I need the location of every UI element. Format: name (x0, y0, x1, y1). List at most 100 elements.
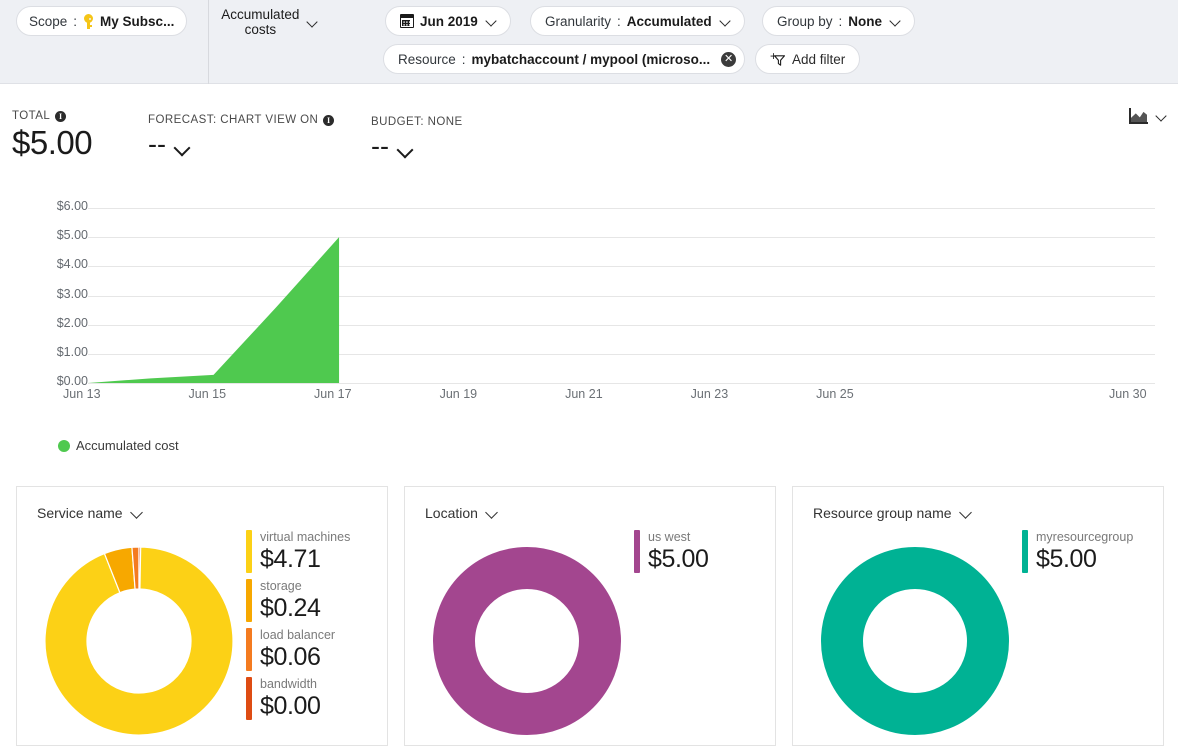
view-selector-label: Accumulated costs (221, 7, 300, 37)
chevron-down-icon (961, 508, 971, 518)
legend-swatch (1022, 530, 1028, 573)
card-resource-group-name: Resource group name (792, 486, 1164, 746)
legend-category-amount: $5.00 (1036, 545, 1097, 573)
resource-filter-value: mybatchaccount / mypool (microso... (471, 51, 711, 67)
kpi-budget-value: -- (371, 131, 389, 161)
chart-plot-area[interactable] (0, 196, 1178, 396)
funnel-plus-icon: + (770, 50, 786, 67)
x-axis-tick-label: Jun 15 (188, 387, 227, 401)
cost-analysis-page: Scope : My Subsc... Accumulated costs Ju… (0, 0, 1178, 746)
kpi-forecast-value: -- (148, 129, 166, 159)
resource-filter-label: Resource (398, 51, 456, 67)
kpi-budget-caption: BUDGET: NONE (371, 116, 463, 128)
card-location-selector[interactable]: Location (425, 505, 497, 521)
scope-selector[interactable]: Scope : My Subsc... (16, 6, 188, 36)
legend-category-name: virtual machines (260, 530, 351, 544)
legend-swatch (246, 530, 252, 573)
calendar-icon (400, 14, 414, 28)
area-series-accumulated-cost (88, 237, 340, 383)
scope-label: Scope (29, 13, 68, 29)
breakdown-cards: Service name Location Resource group nam… (0, 486, 1178, 746)
donut-chart-location[interactable] (427, 545, 627, 740)
group-by-separator: : (838, 13, 843, 29)
kpi-total-value: $5.00 (12, 124, 93, 161)
legend-category-amount: $0.06 (260, 643, 321, 671)
kpi-total-caption: TOTAL (12, 110, 51, 122)
info-icon[interactable]: i (55, 110, 67, 122)
donut-legend-item[interactable]: myresourcegroup $5.00 (1022, 530, 1133, 573)
x-axis-tick-label: Jun 30 (1109, 387, 1147, 401)
x-axis-tick-label: Jun 25 (816, 387, 854, 401)
resource-filter-separator: : (461, 51, 466, 67)
donut-legend-item[interactable]: us west $5.00 (634, 530, 709, 573)
legend-label: Accumulated cost (76, 438, 179, 453)
donut-legend-item[interactable]: virtual machines $4.71 (246, 530, 350, 573)
scope-separator: : (73, 13, 78, 29)
legend-category-amount: $5.00 (648, 545, 709, 573)
card-location: Location (404, 486, 776, 746)
legend-swatch (634, 530, 640, 573)
donut-legend-item[interactable]: load balancer $0.06 (246, 628, 350, 671)
x-axis-tick-label: Jun 19 (439, 387, 478, 401)
group-by-selector[interactable]: Group by : None (762, 6, 916, 36)
add-filter-button[interactable]: + Add filter (755, 44, 861, 74)
filter-toolbar: Scope : My Subsc... Accumulated costs Ju… (0, 0, 1178, 84)
donut-slice[interactable] (821, 547, 1009, 735)
date-range-value: Jun 2019 (420, 13, 478, 29)
x-axis-tick-label: Jun 13 (63, 387, 101, 401)
close-icon[interactable]: ✕ (721, 51, 737, 67)
legend-category-name: storage (260, 579, 302, 593)
add-filter-label: Add filter (792, 51, 846, 67)
donut-legend-item[interactable]: bandwidth $0.00 (246, 677, 350, 720)
date-range-selector[interactable]: Jun 2019 (385, 6, 511, 36)
chevron-down-icon (132, 508, 142, 518)
donut-legend-service-name: virtual machines $4.71 storage $0.24 load ba… (246, 530, 350, 726)
kpi-total: TOTAL i $5.00 (12, 110, 93, 162)
chevron-down-icon (176, 142, 189, 155)
legend-category-amount: $0.24 (260, 594, 321, 622)
legend-color-dot (58, 439, 70, 452)
donut-legend-item[interactable]: storage $0.24 (246, 579, 350, 622)
x-axis-tick-label: Jun 21 (565, 387, 603, 401)
group-by-label: Group by (777, 13, 833, 29)
info-icon[interactable]: i (323, 114, 335, 126)
legend-category-name: myresourcegroup (1036, 530, 1134, 544)
granularity-separator: : (617, 13, 621, 29)
kpi-forecast: FORECAST: CHART VIEW ON i -- (148, 114, 335, 160)
kpi-forecast-caption: FORECAST: CHART VIEW ON (148, 114, 319, 126)
area-chart-icon (1129, 108, 1148, 124)
legend-swatch (246, 677, 252, 720)
donut-chart-service-name[interactable] (39, 545, 239, 740)
legend-category-name: load balancer (260, 628, 336, 642)
chart-type-selector[interactable] (1129, 108, 1166, 124)
card-resource-group-selector[interactable]: Resource group name (813, 505, 971, 521)
kpi-budget: BUDGET: NONE -- (371, 116, 463, 162)
legend-category-amount: $0.00 (260, 692, 321, 720)
x-axis-tick-label: Jun 17 (314, 387, 352, 401)
toolbar-divider (208, 0, 209, 84)
x-axis-tick-label: Jun 23 (690, 387, 729, 401)
card-resource-group-title: Resource group name (813, 505, 952, 521)
chevron-down-icon (399, 144, 412, 157)
donut-slice[interactable] (433, 547, 621, 735)
chart-legend: Accumulated cost (58, 438, 179, 453)
donut-slice[interactable] (138, 546, 142, 590)
legend-swatch (246, 579, 252, 622)
card-service-name-title: Service name (37, 505, 123, 521)
chevron-down-icon (487, 17, 496, 26)
legend-category-name: us west (648, 530, 691, 544)
legend-category-name: bandwidth (260, 677, 317, 691)
kpi-budget-dropdown[interactable]: -- (371, 131, 463, 162)
chevron-down-icon (1157, 112, 1166, 121)
donut-legend-resource-group: myresourcegroup $5.00 (1022, 530, 1133, 579)
resource-filter-chip[interactable]: Resource : mybatchaccount / mypool (micr… (383, 44, 746, 74)
view-selector-button[interactable]: Accumulated costs (220, 7, 314, 37)
chevron-down-icon (487, 508, 497, 518)
accumulated-cost-chart: $6.00 $5.00 $4.00 $3.00 $2.00 $1.00 $0.00 Jun … (0, 196, 1178, 421)
donut-chart-resource-group[interactable] (815, 545, 1015, 740)
card-service-name-selector[interactable]: Service name (37, 505, 142, 521)
kpi-total-caption-row: TOTAL i (12, 110, 92, 122)
chevron-down-icon (721, 17, 730, 26)
granularity-selector[interactable]: Granularity : Accumulated (530, 6, 745, 36)
kpi-forecast-dropdown[interactable]: -- (148, 129, 334, 160)
